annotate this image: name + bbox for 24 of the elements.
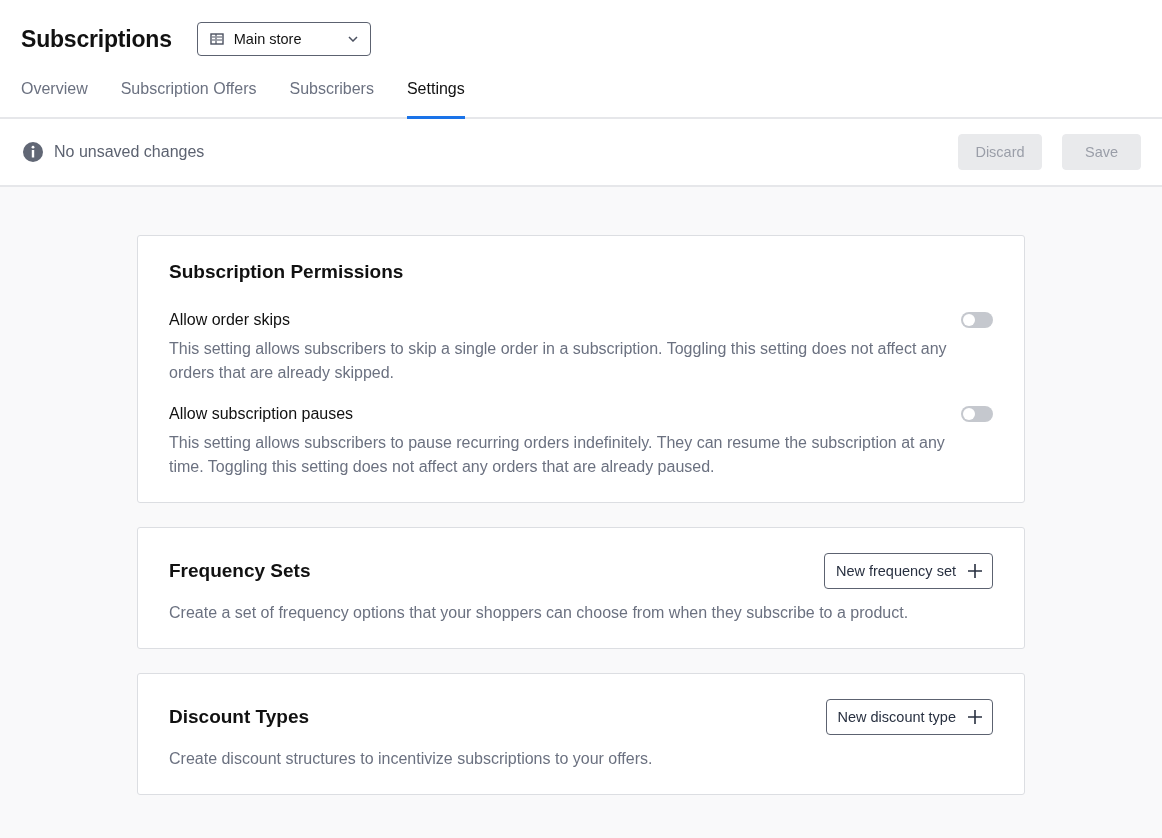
card-title: Subscription Permissions (169, 261, 404, 283)
card-title: Discount Types (169, 706, 310, 728)
setting-description: This setting allows subscribers to skip a single order in a subscription. Toggling this setting does not affect any orders that are already skipped. (169, 339, 948, 383)
store-icon (209, 33, 224, 45)
plus-icon (968, 710, 982, 724)
card-description: Create discount structures to incentivize subscriptions to your offers. (169, 749, 654, 769)
toggle-switch[interactable] (961, 312, 993, 328)
plus-icon (968, 564, 982, 578)
page-title: Subscriptions (21, 25, 172, 53)
setting-description: This setting allows subscribers to pause recurring orders indefinitely. They can resume the subscription at any time. Toggling this setting does not affect any orders that are already paused. (169, 433, 946, 477)
card-title: Frequency Sets (169, 560, 311, 582)
info-icon (22, 141, 44, 163)
card-description: Create a set of frequency options that your shoppers can choose from when they subscribe to a product. (169, 603, 910, 623)
add-button[interactable]: New frequency set (823, 553, 993, 589)
nav-tab[interactable]: Subscription Offers (120, 74, 257, 119)
setting-label: Allow order skips (169, 311, 290, 329)
toggle-switch[interactable] (961, 406, 993, 422)
chevron-down-icon (347, 36, 358, 42)
nav-tab[interactable]: Subscribers (289, 74, 374, 119)
add-button[interactable]: New discount type (825, 699, 993, 735)
setting-label: Allow subscription pauses (169, 405, 354, 423)
store-select[interactable]: Main store (196, 22, 371, 56)
status-message: No unsaved changes (54, 143, 206, 161)
nav-tab[interactable]: Overview (21, 74, 88, 119)
